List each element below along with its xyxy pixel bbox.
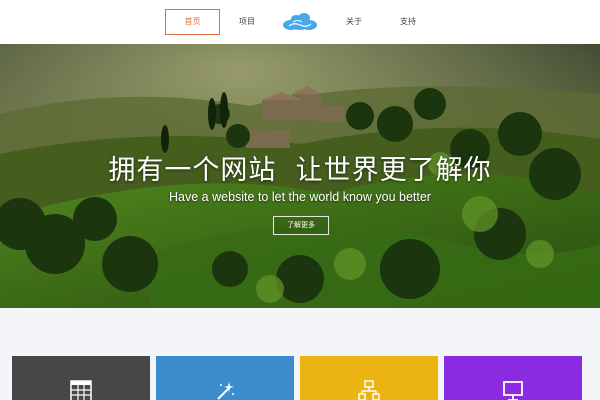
feature-card-monitor[interactable] [444, 356, 582, 400]
feature-card-grid[interactable] [12, 356, 150, 400]
top-nav: 首页 项目 关于 支持 [0, 0, 600, 44]
grid-icon [70, 380, 92, 400]
nav-about-link[interactable]: 关于 [340, 9, 368, 35]
feature-card-magic[interactable] [156, 356, 294, 400]
learn-more-button[interactable]: 了解更多 [273, 216, 329, 235]
feature-card-sitemap[interactable] [300, 356, 438, 400]
hero-title: 拥有一个网站 让世界更了解你 [108, 155, 492, 186]
magic-wand-icon [217, 382, 234, 400]
page: 首页 项目 关于 支持 拥有一个网站 让世界更了解你 Have a websit… [0, 0, 600, 400]
sitemap-icon [358, 380, 380, 400]
nav-home-link[interactable]: 首页 [165, 9, 220, 35]
features-section [0, 308, 600, 400]
monitor-icon [503, 381, 523, 400]
nav-projects-link[interactable]: 项目 [232, 9, 262, 35]
hero-banner: 拥有一个网站 让世界更了解你 Have a website to let the… [0, 44, 600, 308]
hero-subtitle: Have a website to let the world know you… [169, 190, 431, 204]
nav-support-link[interactable]: 支持 [393, 9, 423, 35]
cloud-icon[interactable] [280, 10, 320, 34]
